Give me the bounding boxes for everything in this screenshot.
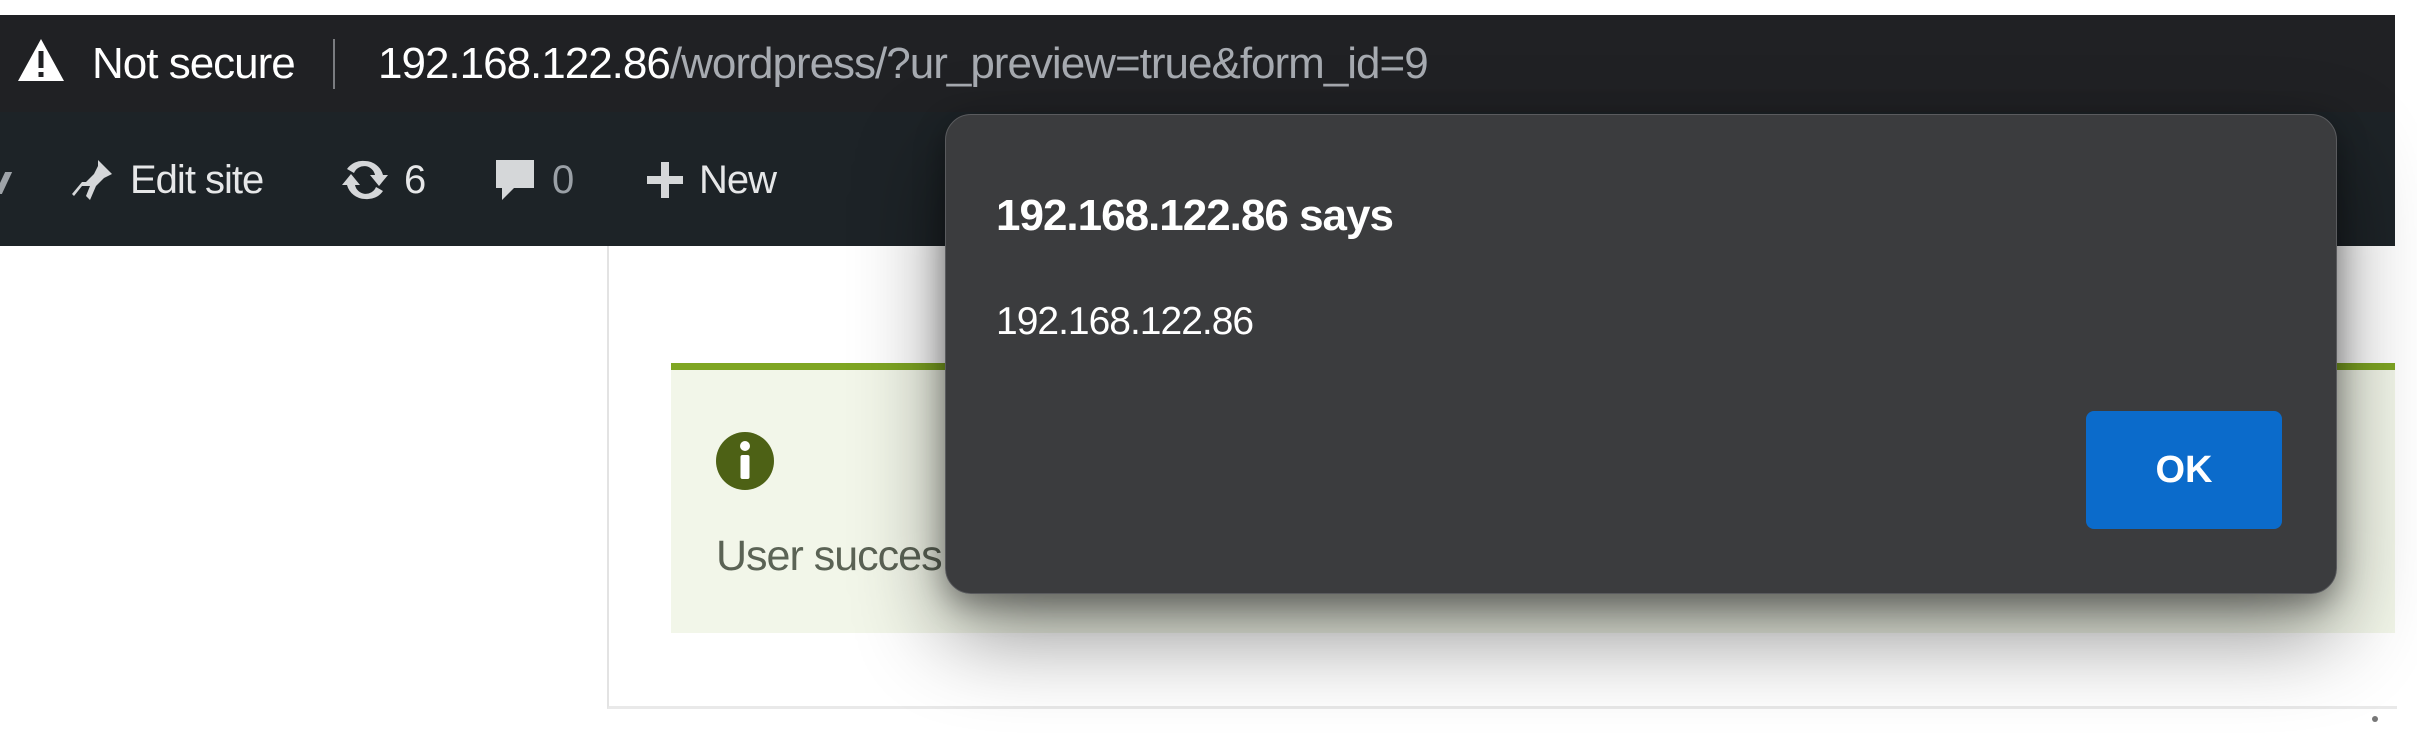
- info-icon: [716, 432, 774, 490]
- new-content-link[interactable]: New: [645, 152, 777, 208]
- updates-link[interactable]: 6: [340, 152, 426, 208]
- edit-site-link[interactable]: Edit site: [68, 152, 264, 208]
- browser-window: Not secure 192.168.122.86/wordpress/?ur_…: [0, 0, 2417, 756]
- security-status-label[interactable]: Not secure: [92, 39, 296, 89]
- new-label: New: [699, 157, 777, 202]
- alert-dialog: 192.168.122.86 says 192.168.122.86 OK: [945, 114, 2337, 594]
- notice-message: User succes: [716, 532, 943, 580]
- page-corner-mark: [2372, 716, 2378, 722]
- plus-icon: [647, 162, 683, 198]
- alert-message: 192.168.122.86: [996, 300, 1254, 343]
- warning-triangle-icon[interactable]: [16, 37, 66, 83]
- updates-icon: [342, 160, 388, 200]
- comment-icon: [496, 160, 534, 200]
- alert-title: 192.168.122.86 says: [996, 191, 1394, 240]
- address-divider: [333, 39, 335, 89]
- edit-site-label: Edit site: [130, 157, 264, 202]
- admin-bar-edge-fragment: [0, 172, 13, 194]
- ok-button[interactable]: OK: [2086, 411, 2282, 529]
- address-bar[interactable]: Not secure 192.168.122.86/wordpress/?ur_…: [0, 15, 2395, 112]
- url-text[interactable]: 192.168.122.86/wordpress/?ur_preview=tru…: [378, 39, 1429, 89]
- comments-count: 0: [552, 157, 574, 202]
- url-path: /wordpress/?ur_preview=true&form_id=9: [669, 39, 1429, 88]
- url-host: 192.168.122.86: [378, 39, 671, 88]
- updates-count: 6: [404, 157, 426, 202]
- brush-icon: [72, 160, 112, 200]
- comments-link[interactable]: 0: [492, 152, 574, 208]
